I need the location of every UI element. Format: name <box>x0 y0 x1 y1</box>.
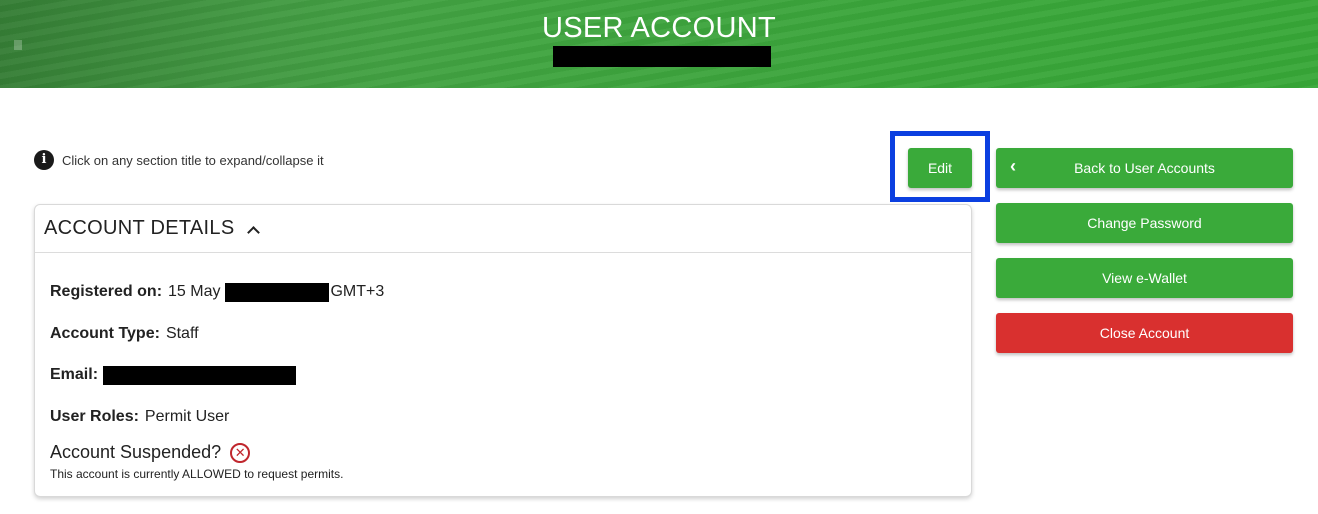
x-circle-icon: ✕ <box>230 442 251 463</box>
redacted-username <box>553 46 771 67</box>
user-roles-value: Permit User <box>144 408 230 425</box>
hint-text: Click on any section title to expand/col… <box>62 152 324 168</box>
info-icon: i <box>34 150 54 170</box>
account-type-value: Staff <box>165 325 199 342</box>
user-roles-row: User Roles: Permit User <box>50 408 229 426</box>
account-suspended-row: Account Suspended? ✕ <box>50 442 251 463</box>
expand-collapse-hint: i Click on any section title to expand/c… <box>34 150 324 170</box>
email-row: Email: <box>50 366 104 384</box>
account-type-label: Account Type: <box>50 325 160 342</box>
page-title: USER ACCOUNT <box>541 12 776 44</box>
redacted-email <box>103 366 296 385</box>
redacted-registered-year <box>225 283 329 302</box>
account-details-card: ACCOUNT DETAILS Registered on: 15 May GM… <box>34 204 972 497</box>
user-roles-label: User Roles: <box>50 408 139 425</box>
registered-date: 15 May <box>168 283 221 300</box>
edit-button[interactable]: Edit <box>908 148 972 188</box>
account-details-header[interactable]: ACCOUNT DETAILS <box>35 205 971 253</box>
close-account-button[interactable]: Close Account <box>996 313 1293 353</box>
account-type-row: Account Type: Staff <box>50 325 199 343</box>
registered-timezone: GMT+3 <box>330 283 385 300</box>
back-to-user-accounts-button[interactable]: ‹ Back to User Accounts <box>996 148 1293 188</box>
account-suspended-label: Account Suspended? <box>50 442 222 462</box>
suspension-status-note: This account is currently ALLOWED to req… <box>50 467 344 481</box>
view-e-wallet-button[interactable]: View e-Wallet <box>996 258 1293 298</box>
registered-label: Registered on: <box>50 283 163 300</box>
email-label: Email: <box>50 366 99 383</box>
back-button-label: Back to User Accounts <box>1074 160 1215 176</box>
change-password-button[interactable]: Change Password <box>996 203 1293 243</box>
section-title: ACCOUNT DETAILS <box>44 217 235 239</box>
chevron-up-icon <box>248 227 258 237</box>
registered-row: Registered on: 15 May GMT+3 <box>50 283 384 301</box>
chevron-left-icon: ‹ <box>1010 156 1016 176</box>
page-banner: USER ACCOUNT <box>0 0 1318 88</box>
